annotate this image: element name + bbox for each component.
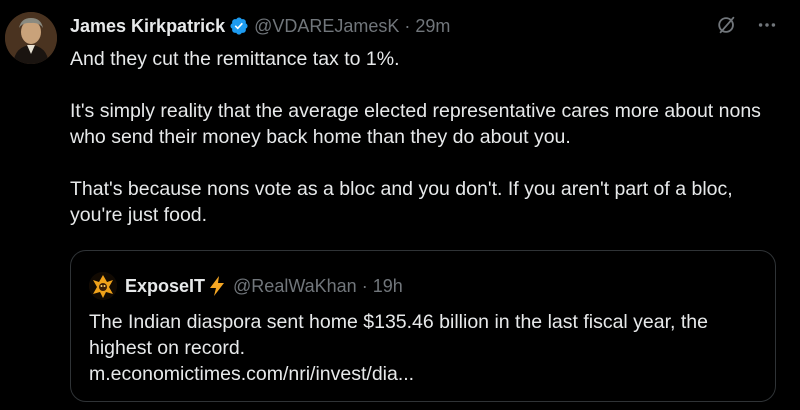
author-avatar[interactable] xyxy=(5,12,57,64)
tweet-paragraph-3: That's because nons vote as a bloc and y… xyxy=(70,178,733,226)
quoted-tweet[interactable]: ExposeIT @RealWaKhan · 19h The Indian di… xyxy=(70,250,776,402)
quoted-tweet-link[interactable]: m.economictimes.com/nri/invest/dia... xyxy=(89,363,414,385)
quote-separator-dot: · xyxy=(361,275,368,296)
tweet-top-actions xyxy=(714,12,780,38)
quoted-tweet-body: The Indian diaspora sent home $135.46 bi… xyxy=(89,311,708,359)
quote-author-display-name[interactable]: ExposeIT xyxy=(125,276,205,297)
tweet[interactable]: James Kirkpatrick @VDAREJamesK · 29m And… xyxy=(0,0,800,410)
lightning-icon xyxy=(207,275,227,297)
quote-author-handle[interactable]: @RealWaKhan xyxy=(233,276,357,297)
avatar-portrait-icon xyxy=(5,12,57,64)
avatar-logo-icon xyxy=(89,272,117,300)
tweet-paragraph-1: And they cut the remittance tax to 1%. xyxy=(70,48,400,70)
tweet-text: And they cut the remittance tax to 1%. I… xyxy=(70,46,782,228)
tweet-timestamp[interactable]: 29m xyxy=(415,16,450,37)
tweet-header: James Kirkpatrick @VDAREJamesK · 29m xyxy=(70,14,450,38)
separator-dot: · xyxy=(404,15,411,36)
grok-icon[interactable] xyxy=(714,12,740,38)
quote-timestamp[interactable]: 19h xyxy=(373,276,403,297)
author-handle[interactable]: @VDAREJamesK xyxy=(254,16,399,37)
quoted-tweet-text: The Indian diaspora sent home $135.46 bi… xyxy=(89,309,769,387)
verified-badge-icon xyxy=(229,16,249,36)
author-display-name[interactable]: James Kirkpatrick xyxy=(70,16,225,37)
more-options-icon[interactable] xyxy=(754,12,780,38)
quote-author-avatar[interactable] xyxy=(89,272,117,300)
quoted-tweet-header: ExposeIT @RealWaKhan · 19h xyxy=(89,272,403,300)
tweet-paragraph-2: It's simply reality that the average ele… xyxy=(70,100,761,148)
